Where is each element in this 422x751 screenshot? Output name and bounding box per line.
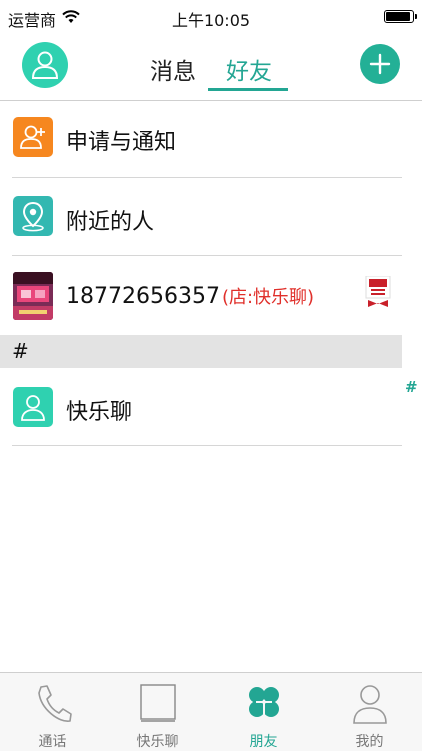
chat-square-icon xyxy=(139,684,176,722)
phone-number: 18772656357 xyxy=(66,284,220,309)
clock: 上午10:05 xyxy=(171,11,251,30)
tab-label: 我的 xyxy=(355,734,384,750)
segment-tabs: 消息 好友 xyxy=(150,48,290,91)
divider xyxy=(12,445,402,446)
list-item-label: 申请与通知 xyxy=(66,130,177,155)
shop-owner-badge-icon xyxy=(364,275,392,308)
user-avatar-icon xyxy=(13,387,53,427)
tab-chat[interactable]: 快乐聊 xyxy=(105,673,210,751)
list-item-label: 附近的人 xyxy=(66,210,155,235)
plus-icon xyxy=(369,53,391,75)
add-button[interactable] xyxy=(360,44,400,84)
battery-icon xyxy=(384,10,417,23)
clover-icon xyxy=(248,687,279,723)
tab-friends-bottom[interactable]: 朋友 xyxy=(211,673,316,751)
tab-messages[interactable]: 消息 xyxy=(150,52,196,86)
list-item-contact[interactable]: 快乐聊 xyxy=(0,368,402,446)
tab-label: 通话 xyxy=(38,734,67,750)
profile-avatar-button[interactable] xyxy=(22,42,68,88)
person-icon xyxy=(352,685,387,724)
user-icon xyxy=(31,51,59,79)
tab-calls[interactable]: 通话 xyxy=(0,673,105,751)
list-item-label: 18772656357 (店:快乐聊) xyxy=(66,283,314,309)
list-item-label: 快乐聊 xyxy=(66,400,133,425)
add-user-icon xyxy=(13,117,53,157)
section-header: # xyxy=(0,335,402,368)
tab-me[interactable]: 我的 xyxy=(317,673,422,751)
tab-bar: 通话 快乐聊 朋友 我的 xyxy=(0,672,422,751)
list-item-shop-contact[interactable]: 18772656357 (店:快乐聊) xyxy=(0,256,402,334)
list-item-requests[interactable]: 申请与通知 xyxy=(0,100,402,178)
tab-label: 快乐聊 xyxy=(136,734,179,750)
list-item-nearby[interactable]: 附近的人 xyxy=(0,178,402,256)
tab-friends[interactable]: 好友 xyxy=(226,52,272,86)
section-header-label: # xyxy=(12,339,29,363)
shop-tag: (店:快乐聊) xyxy=(221,287,315,308)
shop-avatar xyxy=(13,272,53,320)
location-pin-icon xyxy=(13,196,53,236)
nav-bar: 消息 好友 xyxy=(0,34,422,101)
status-bar: 运营商 上午10:05 xyxy=(0,0,422,34)
index-bar-hash[interactable]: # xyxy=(405,378,418,396)
tab-label: 朋友 xyxy=(249,734,278,750)
phone-icon xyxy=(37,685,72,722)
active-tab-indicator xyxy=(208,88,288,91)
